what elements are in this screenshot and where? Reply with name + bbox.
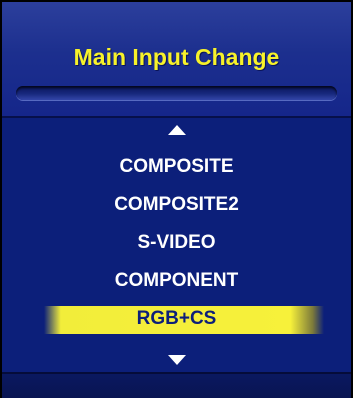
input-option-component[interactable]: COMPONENT	[2, 262, 351, 300]
title-underline-bar	[16, 86, 337, 100]
input-option-label: COMPOSITE	[119, 156, 234, 177]
input-option-label: COMPOSITE2	[114, 194, 239, 215]
input-options: COMPOSITE COMPOSITE2 S-VIDEO COMPONENT R…	[2, 148, 351, 338]
input-option-label: RGB+CS	[136, 308, 217, 329]
arrow-down-icon	[167, 355, 186, 365]
input-option-rgb-cs-selected[interactable]: RGB+CS	[2, 300, 351, 338]
input-option-composite2[interactable]: COMPOSITE2	[2, 186, 351, 224]
menu-header: Main Input Change	[2, 2, 351, 118]
arrow-up-icon	[167, 125, 186, 135]
input-option-label: S-VIDEO	[137, 232, 216, 253]
input-option-label: COMPONENT	[114, 270, 239, 291]
input-option-composite[interactable]: COMPOSITE	[2, 148, 351, 186]
input-list: COMPOSITE COMPOSITE2 S-VIDEO COMPONENT R…	[2, 118, 351, 368]
scroll-up-button[interactable]	[2, 122, 351, 140]
scroll-down-button[interactable]	[2, 352, 351, 370]
osd-menu: Main Input Change COMPOSITE COMPOSITE2 S…	[0, 0, 353, 398]
menu-title: Main Input Change	[73, 44, 280, 70]
input-option-s-video[interactable]: S-VIDEO	[2, 224, 351, 262]
menu-footer-bar	[2, 372, 351, 398]
